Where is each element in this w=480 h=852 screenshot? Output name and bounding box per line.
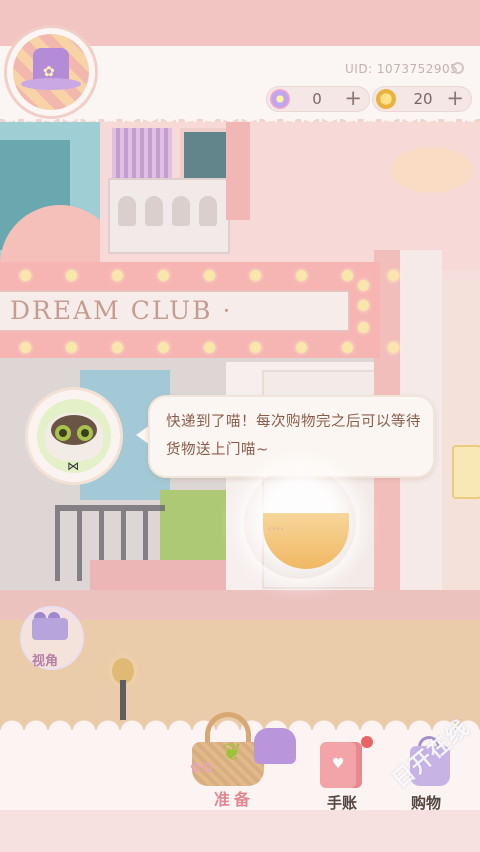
flower-currency-value: 0 — [312, 90, 322, 108]
marquee-bulb — [342, 270, 353, 281]
flower-icon: ✿✿ — [190, 760, 214, 776]
heart-icon: ♥ — [332, 756, 345, 772]
purple-hat-icon — [254, 728, 296, 764]
cat-eye-icon — [55, 425, 71, 441]
cat-eye-icon — [77, 425, 93, 441]
bow-tie-icon: ⋈ — [67, 459, 79, 473]
shop-sign-text: DREAM CLUB · — [10, 296, 233, 325]
add-coin-button[interactable]: + — [446, 86, 464, 110]
marquee-bulb — [388, 342, 399, 353]
baluster — [199, 196, 217, 226]
ribbon-decoration — [360, 130, 480, 210]
flower-currency-icon — [270, 89, 290, 109]
marquee-bulb — [66, 342, 77, 353]
marquee-bulb — [158, 270, 169, 281]
flower-currency: 0 + — [266, 86, 370, 112]
notebook-button[interactable]: 手账 — [327, 792, 357, 813]
copy-uid-icon[interactable] — [452, 62, 464, 74]
camera-icon — [32, 618, 68, 640]
marquee-bulb — [204, 270, 215, 281]
npc-dialogue-text: 快递到了喵！每次购物完之后可以等待货物送上门喵~ — [166, 414, 421, 458]
coin-currency-value: 20 — [413, 90, 433, 108]
cat-npc-avatar[interactable]: ⋈ — [37, 399, 111, 473]
marquee-bulb — [20, 270, 31, 281]
marquee-bulb — [296, 270, 307, 281]
marquee-bulb — [388, 270, 399, 281]
baluster — [172, 196, 190, 226]
top-scallop-edge — [0, 112, 480, 126]
pink-pillar — [226, 120, 250, 220]
marquee-bulb — [358, 322, 369, 333]
coin-icon — [376, 89, 396, 109]
marquee-bulb — [20, 342, 31, 353]
view-angle-label: 视角 — [32, 654, 59, 669]
marquee-bulb — [158, 342, 169, 353]
chevron-icon: ‹‹‹‹ — [268, 524, 285, 533]
star-icon: ✿ — [43, 64, 55, 80]
marquee-bulb — [204, 342, 215, 353]
marquee-bulb — [112, 342, 123, 353]
marquee-bulb — [342, 342, 353, 353]
avatar[interactable]: ✿ — [13, 34, 89, 110]
marquee-bulb — [250, 342, 261, 353]
marquee-bulb — [296, 342, 307, 353]
marquee-bulb — [66, 270, 77, 281]
add-flower-currency-button[interactable]: + — [344, 86, 362, 110]
dock-floor — [0, 810, 480, 852]
marquee-bulb — [250, 270, 261, 281]
pixel-art-panel — [112, 128, 172, 182]
marquee-bulb — [358, 280, 369, 291]
notification-badge — [361, 736, 373, 748]
coin-currency: 20 + — [372, 86, 472, 112]
shopping-button[interactable]: 购物 — [411, 792, 441, 813]
player-uid: UID: 1073752905 — [345, 62, 459, 76]
marquee-bulb — [112, 270, 123, 281]
bow-icon: ❦ — [222, 738, 243, 766]
prepare-button[interactable]: 准备 — [214, 786, 254, 810]
marquee-bulb — [358, 300, 369, 311]
baluster — [118, 196, 136, 226]
baluster — [145, 196, 163, 226]
green-wall — [160, 490, 230, 560]
shop-picture-frame — [452, 445, 480, 499]
